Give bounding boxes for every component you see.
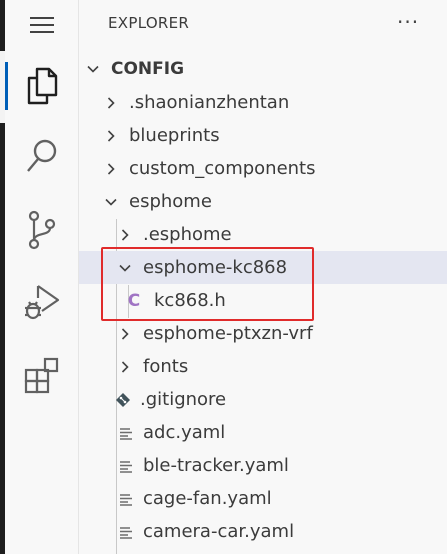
tree-item-label: cage-fan.yaml bbox=[143, 488, 272, 509]
tree-item-label: adc.yaml bbox=[143, 422, 226, 443]
yaml-file-icon bbox=[120, 460, 132, 473]
chevron-down-icon bbox=[105, 198, 117, 206]
tree-item-label: ble-tracker.yaml bbox=[143, 455, 289, 476]
tree-item-folder[interactable]: .shaonianzhentan bbox=[79, 86, 447, 119]
activity-bar bbox=[5, 0, 79, 554]
git-icon bbox=[116, 392, 130, 407]
tree-item-file[interactable]: camera-car.yaml bbox=[79, 515, 447, 548]
explorer-title: EXPLORER bbox=[108, 14, 190, 32]
tree-item-label: .shaonianzhentan bbox=[129, 92, 290, 113]
tree-item-folder[interactable]: esphome bbox=[79, 185, 447, 218]
tree-item-label: esphome bbox=[129, 191, 212, 212]
chevron-right-icon bbox=[121, 228, 129, 241]
tree-item-file[interactable]: .gitignore bbox=[79, 383, 447, 416]
search-icon[interactable] bbox=[5, 126, 78, 186]
yaml-file-icon bbox=[120, 427, 132, 440]
tree-item-folder[interactable]: esphome-ptxzn-vrf bbox=[79, 317, 447, 350]
tree-item-label: .gitignore bbox=[140, 389, 227, 410]
tree-item-file[interactable]: ble-tracker.yaml bbox=[79, 449, 447, 482]
tree-item-folder[interactable]: blueprints bbox=[79, 119, 447, 152]
chevron-right-icon bbox=[107, 162, 115, 175]
tree-root-label: CONFIG bbox=[111, 58, 185, 79]
explorer-header: EXPLORER ··· bbox=[79, 0, 447, 50]
extensions-icon[interactable] bbox=[5, 346, 78, 406]
more-actions-icon[interactable]: ··· bbox=[397, 10, 419, 34]
tree-item-folder[interactable]: custom_components bbox=[79, 152, 447, 185]
chevron-right-icon bbox=[121, 360, 129, 373]
tree-item-label: custom_components bbox=[129, 158, 316, 179]
yaml-file-icon bbox=[120, 493, 132, 506]
yaml-file-icon bbox=[120, 526, 132, 539]
tree-item-label: blueprints bbox=[129, 125, 220, 146]
tree-item-label: .esphome bbox=[143, 224, 232, 245]
tree-item-label: fonts bbox=[143, 356, 189, 377]
chevron-down-icon bbox=[87, 65, 99, 73]
tree-item-file[interactable]: adc.yaml bbox=[79, 416, 447, 449]
tree-root-config[interactable]: CONFIG bbox=[79, 52, 447, 85]
tree-item-file[interactable]: cage-fan.yaml bbox=[79, 482, 447, 515]
tree-item-label: esphome-ptxzn-vrf bbox=[143, 323, 313, 344]
explorer-icon[interactable] bbox=[5, 56, 78, 116]
chevron-right-icon bbox=[121, 327, 129, 340]
source-control-icon[interactable] bbox=[5, 200, 78, 260]
menu-icon[interactable] bbox=[5, 0, 78, 50]
chevron-right-icon bbox=[107, 129, 115, 142]
tree-item-folder[interactable]: fonts bbox=[79, 350, 447, 383]
run-debug-icon[interactable] bbox=[5, 272, 78, 332]
chevron-right-icon bbox=[107, 96, 115, 109]
highlight-annotation-box bbox=[101, 247, 314, 321]
tree-item-label: camera-car.yaml bbox=[143, 521, 295, 542]
